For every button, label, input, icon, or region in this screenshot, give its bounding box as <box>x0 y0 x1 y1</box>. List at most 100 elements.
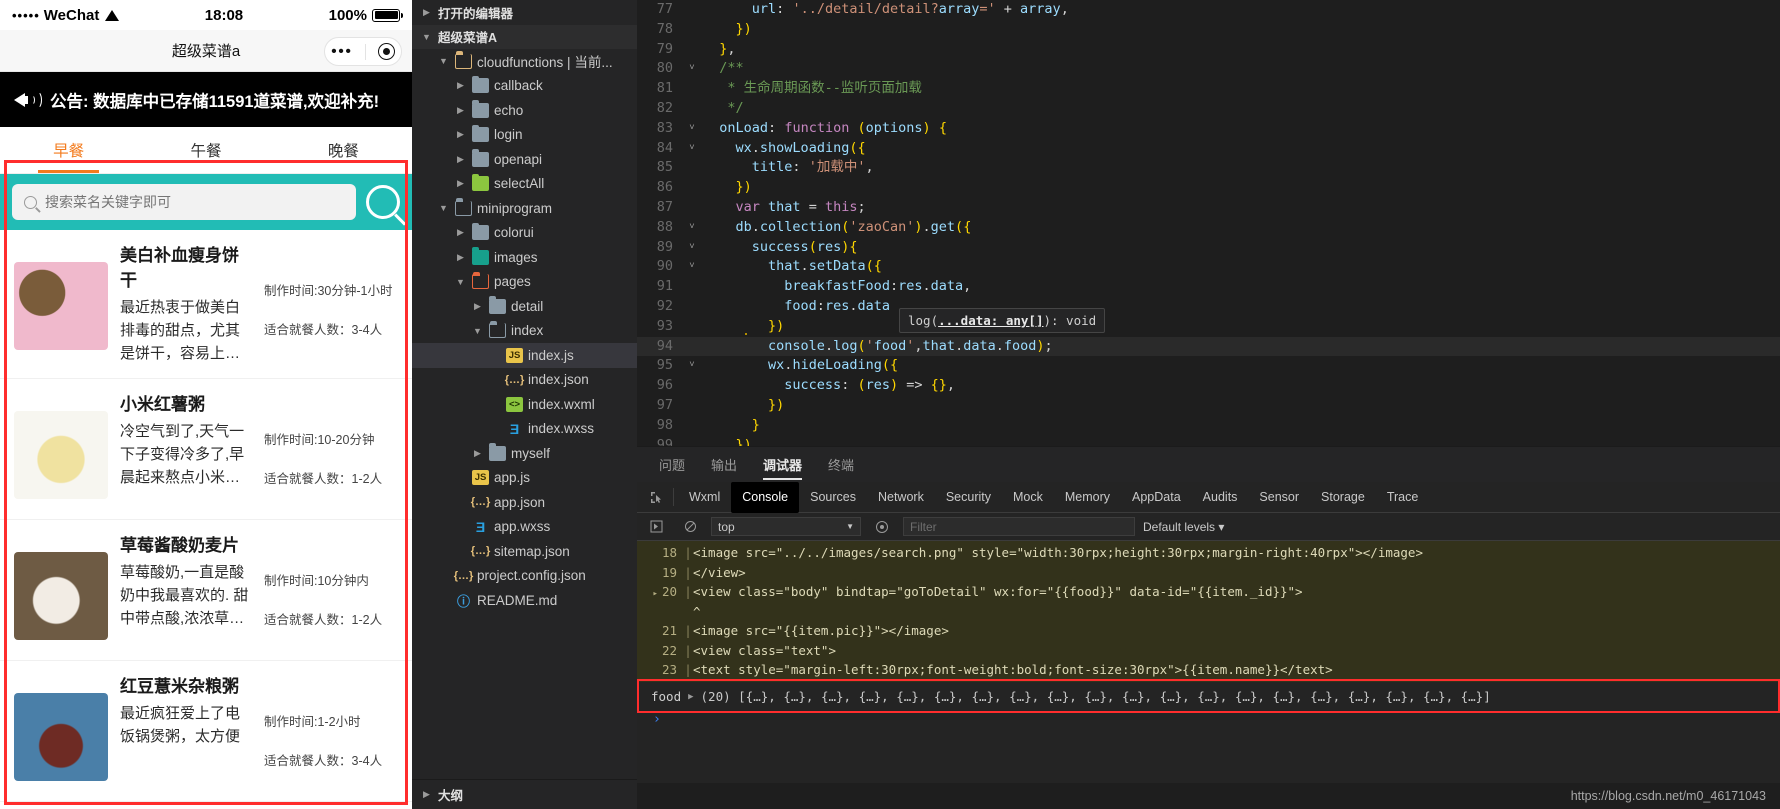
code-line[interactable]: 80 ˅ /** <box>637 59 1780 79</box>
fold-toggle-icon[interactable] <box>681 277 703 297</box>
fold-toggle-icon[interactable]: ˅ <box>681 356 703 376</box>
fold-toggle-icon[interactable] <box>681 376 703 396</box>
search-input-wrap[interactable] <box>12 184 356 220</box>
tree-item[interactable]: {…} app.json <box>412 490 637 515</box>
devtools-tab-sources[interactable]: Sources <box>799 485 867 510</box>
capsule-button[interactable]: ••• <box>324 37 402 66</box>
panel-tab-debugger[interactable]: 调试器 <box>763 447 803 483</box>
code-line[interactable]: 91 breakfastFood:res.data, <box>637 277 1780 297</box>
fold-toggle-icon[interactable] <box>681 20 703 40</box>
tree-item[interactable]: {…} index.json <box>412 368 637 393</box>
fold-toggle-icon[interactable] <box>681 40 703 60</box>
eye-icon[interactable] <box>869 520 895 534</box>
tree-item[interactable]: ▶ detail <box>412 294 637 319</box>
tab-lunch[interactable]: 午餐 <box>137 127 274 173</box>
tree-item[interactable]: ▼ miniprogram <box>412 196 637 221</box>
tab-dinner[interactable]: 晚餐 <box>275 127 412 173</box>
fold-toggle-icon[interactable] <box>681 0 703 20</box>
console-output[interactable]: 18 | <image src="../../images/search.png"… <box>637 541 1780 783</box>
fold-toggle-icon[interactable] <box>681 158 703 178</box>
section-open-editors[interactable]: ▶ 打开的编辑器 <box>412 0 637 25</box>
code-line[interactable]: 82 */ <box>637 99 1780 119</box>
clear-console-icon[interactable] <box>677 520 703 533</box>
list-item[interactable]: 小米红薯粥 冷空气到了,天气一下子变得冷多了,早晨起来熬点小米… 制作时间:10… <box>0 379 412 520</box>
panel-tab-output[interactable]: 输出 <box>711 447 737 483</box>
list-item[interactable]: 草莓酱酸奶麦片 草莓酸奶,一直是酸奶中我最喜欢的. 甜中带点酸,浓浓草… 制作时… <box>0 520 412 661</box>
code-line[interactable]: 96 success: (res) => {}, <box>637 376 1780 396</box>
code-line[interactable]: 84 ˅ wx.showLoading({ <box>637 139 1780 159</box>
code-line[interactable]: 85 title: '加载中', <box>637 158 1780 178</box>
code-editor[interactable]: 77 url: '../detail/detail?array=' + arra… <box>637 0 1780 446</box>
tree-item[interactable]: Ǝindex.wxss <box>412 417 637 442</box>
code-line[interactable]: 83 ˅ onLoad: function (options) { <box>637 119 1780 139</box>
fold-toggle-icon[interactable]: ˅ <box>681 218 703 238</box>
code-line[interactable]: 79 }, <box>637 40 1780 60</box>
devtools-tab-network[interactable]: Network <box>867 485 935 510</box>
fold-toggle-icon[interactable]: ˅ <box>681 238 703 258</box>
tree-item[interactable]: ▼ index <box>412 319 637 344</box>
tree-item[interactable]: <> index.wxml <box>412 392 637 417</box>
panel-tab-problems[interactable]: 问题 <box>659 447 685 483</box>
code-line[interactable]: 99 }) <box>637 436 1780 446</box>
search-input[interactable] <box>45 194 344 210</box>
list-item[interactable]: 红豆薏米杂粮粥 最近疯狂爱上了电饭锅煲粥，太方便 制作时间:1-2小时 适合就餐… <box>0 661 412 802</box>
tree-item[interactable]: JS app.js <box>412 466 637 491</box>
tree-item[interactable]: ▶ myself <box>412 441 637 466</box>
code-line[interactable]: 90 ˅ that.setData({ <box>637 257 1780 277</box>
tree-item[interactable]: JS index.js <box>412 343 637 368</box>
devtools-tab-security[interactable]: Security <box>935 485 1002 510</box>
code-line[interactable]: 88 ˅ db.collection('zaoCan').get({ <box>637 218 1780 238</box>
tree-item[interactable]: ▶ echo <box>412 98 637 123</box>
close-target-icon[interactable] <box>377 43 395 60</box>
tree-item[interactable]: ▼ cloudfunctions | 当前... <box>412 49 637 74</box>
list-item[interactable]: 美白补血瘦身饼干 最近热衷于做美白排毒的甜点，尤其是饼干，容易上… 制作时间:3… <box>0 230 412 379</box>
section-project-root[interactable]: ▼ 超级菜谱A <box>412 24 637 49</box>
devtools-tab-audits[interactable]: Audits <box>1192 485 1249 510</box>
fold-toggle-icon[interactable] <box>681 99 703 119</box>
recipe-list[interactable]: 美白补血瘦身饼干 最近热衷于做美白排毒的甜点，尤其是饼干，容易上… 制作时间:3… <box>0 230 412 809</box>
code-line[interactable]: 77 url: '../detail/detail?array=' + arra… <box>637 0 1780 20</box>
code-line[interactable]: 92 food:res.data <box>637 297 1780 317</box>
outline-section[interactable]: ▶ 大纲 <box>412 779 637 809</box>
fold-toggle-icon[interactable] <box>681 198 703 218</box>
context-selector[interactable]: top ▼ <box>711 517 861 536</box>
console-prompt[interactable]: › <box>637 712 1780 727</box>
tree-item[interactable]: ⓘ README.md <box>412 588 637 613</box>
code-line[interactable]: 86 }) <box>637 178 1780 198</box>
tree-item[interactable]: {…} project.config.json <box>412 564 637 589</box>
inspect-element-icon[interactable] <box>643 491 669 504</box>
fold-toggle-icon[interactable]: ˅ <box>681 257 703 277</box>
code-line[interactable]: 95 ˅ wx.hideLoading({ <box>637 356 1780 376</box>
fold-toggle-icon[interactable] <box>681 416 703 436</box>
code-line[interactable]: 89 ˅ success(res){ <box>637 238 1780 258</box>
code-line[interactable]: 94 console.log('food',that.data.food); <box>637 336 1780 357</box>
code-line[interactable]: 81 * 生命周期函数--监听页面加载 <box>637 79 1780 99</box>
devtools-tab-sensor[interactable]: Sensor <box>1248 485 1310 510</box>
file-tree[interactable]: ▼ cloudfunctions | 当前... ▶ callback ▶ echo ▶ lo… <box>412 49 637 613</box>
more-icon[interactable]: ••• <box>331 43 352 60</box>
fold-toggle-icon[interactable] <box>681 396 703 416</box>
console-toolbar[interactable]: top ▼ Filter Default levels ▾ <box>637 513 1780 541</box>
code-line[interactable]: 98 } <box>637 416 1780 436</box>
log-levels-selector[interactable]: Default levels ▾ <box>1143 520 1224 534</box>
devtools-tab-storage[interactable]: Storage <box>1310 485 1376 510</box>
console-filter-input[interactable]: Filter <box>903 517 1135 536</box>
tab-breakfast[interactable]: 早餐 <box>0 127 137 173</box>
tree-item[interactable]: ▶ images <box>412 245 637 270</box>
execute-icon[interactable] <box>643 520 669 533</box>
fold-toggle-icon[interactable] <box>681 317 703 337</box>
file-explorer[interactable]: ▶ 打开的编辑器 ▼ 超级菜谱A ▼ cloudfunctions | 当前...… <box>412 0 637 809</box>
devtools-tab-wxml[interactable]: Wxml <box>678 485 731 510</box>
tree-item[interactable]: ▶ login <box>412 123 637 148</box>
tree-item[interactable]: ▶ selectAll <box>412 172 637 197</box>
tree-item[interactable]: {…} sitemap.json <box>412 539 637 564</box>
fold-toggle-icon[interactable] <box>681 436 703 446</box>
devtools-tab-bar[interactable]: Wxml Console Sources Network Security Mock Mem… <box>637 481 1780 513</box>
devtools-tab-trace[interactable]: Trace <box>1376 485 1430 510</box>
tree-item[interactable]: Ǝapp.wxss <box>412 515 637 540</box>
fold-toggle-icon[interactable] <box>681 297 703 317</box>
fold-toggle-icon[interactable]: ˅ <box>681 139 703 159</box>
code-line[interactable]: 93 }) <box>637 317 1780 337</box>
tree-item[interactable]: ▶ colorui <box>412 221 637 246</box>
devtools-tab-mock[interactable]: Mock <box>1002 485 1054 510</box>
